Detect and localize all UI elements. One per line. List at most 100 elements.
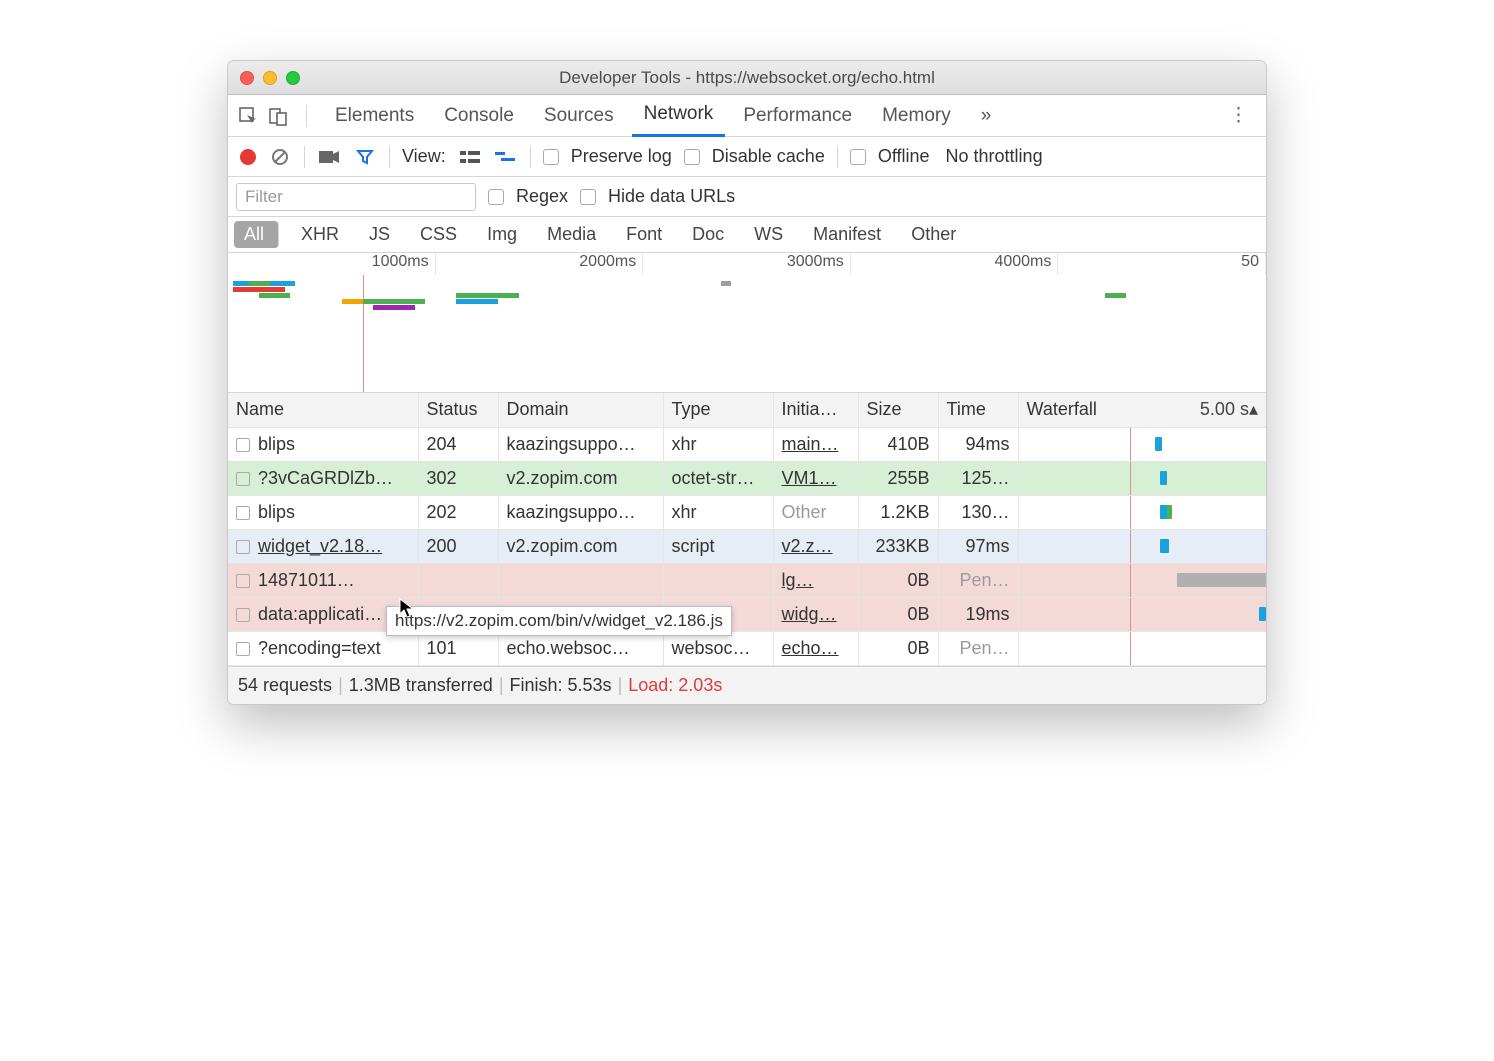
tab-sources[interactable]: Sources: [532, 95, 626, 137]
filter-font[interactable]: Font: [616, 221, 672, 248]
filter-all[interactable]: All: [234, 221, 279, 248]
request-row[interactable]: blips204kaazingsuppo…xhrmain…410B94ms: [228, 427, 1266, 461]
filter-js[interactable]: JS: [359, 221, 400, 248]
request-row[interactable]: 14871011…lg…0BPen…: [228, 563, 1266, 597]
col-name[interactable]: Name: [228, 393, 418, 427]
cell-domain: kaazingsuppo…: [498, 427, 663, 461]
col-waterfall[interactable]: Waterfall5.00 s▴: [1018, 393, 1266, 427]
cell-type: script: [663, 529, 773, 563]
cell-type: websoc…: [663, 631, 773, 665]
cell-name[interactable]: blips: [228, 427, 418, 461]
minimize-window-button[interactable]: [263, 71, 277, 85]
view-label: View:: [402, 146, 446, 167]
filter-icon[interactable]: [353, 145, 377, 169]
cell-status: 204: [418, 427, 498, 461]
cell-time: 97ms: [938, 529, 1018, 563]
filter-doc[interactable]: Doc: [682, 221, 734, 248]
overview-icon[interactable]: [494, 145, 518, 169]
cell-initiator[interactable]: v2.z…: [773, 529, 858, 563]
filter-placeholder: Filter: [245, 187, 283, 207]
cell-domain: kaazingsuppo…: [498, 495, 663, 529]
timeline-tick: 50: [1058, 253, 1266, 275]
request-row[interactable]: ?encoding=text101echo.websoc…websoc…echo…: [228, 631, 1266, 665]
throttling-select[interactable]: No throttling: [946, 146, 1043, 167]
cell-initiator[interactable]: VM1…: [773, 461, 858, 495]
request-row[interactable]: blips202kaazingsuppo…xhrOther1.2KB130…: [228, 495, 1266, 529]
filter-ws[interactable]: WS: [744, 221, 793, 248]
col-type[interactable]: Type: [663, 393, 773, 427]
cell-domain: echo.websoc…: [498, 631, 663, 665]
camera-icon[interactable]: [317, 145, 341, 169]
cell-initiator[interactable]: echo…: [773, 631, 858, 665]
cell-name[interactable]: ?encoding=text: [228, 631, 418, 665]
tooltip: https://v2.zopim.com/bin/v/widget_v2.186…: [386, 606, 732, 636]
col-status[interactable]: Status: [418, 393, 498, 427]
offline-checkbox[interactable]: [850, 149, 866, 165]
cell-domain: v2.zopim.com: [498, 461, 663, 495]
cell-name[interactable]: blips: [228, 495, 418, 529]
timeline-tick: 1000ms: [228, 253, 436, 275]
kebab-menu-button[interactable]: ⋮: [1219, 104, 1258, 127]
filter-manifest[interactable]: Manifest: [803, 221, 891, 248]
panel-tabs: ElementsConsoleSourcesNetworkPerformance…: [228, 95, 1266, 137]
cell-time: 125…: [938, 461, 1018, 495]
tab-network[interactable]: Network: [632, 95, 726, 137]
cell-time: 19ms: [938, 597, 1018, 631]
close-window-button[interactable]: [240, 71, 254, 85]
large-rows-icon[interactable]: [458, 145, 482, 169]
cell-time: Pen…: [938, 631, 1018, 665]
type-filters: All XHR JS CSS Img Media Font Doc WS Manifest Othe…: [228, 217, 1266, 253]
cell-status: 202: [418, 495, 498, 529]
filter-img[interactable]: Img: [477, 221, 527, 248]
cell-initiator[interactable]: lg…: [773, 563, 858, 597]
window-title: Developer Tools - https://websocket.org/…: [228, 68, 1266, 88]
offline-label: Offline: [878, 146, 930, 167]
cell-name[interactable]: widget_v2.18…: [228, 529, 418, 563]
cell-domain: [498, 563, 663, 597]
cell-waterfall: [1018, 461, 1266, 495]
cell-size: 233KB: [858, 529, 938, 563]
filter-xhr[interactable]: XHR: [291, 221, 349, 248]
device-toolbar-icon[interactable]: [266, 104, 290, 128]
cell-name[interactable]: 14871011…: [228, 563, 418, 597]
tab-memory[interactable]: Memory: [870, 95, 963, 137]
clear-icon[interactable]: [268, 145, 292, 169]
cell-initiator[interactable]: widg…: [773, 597, 858, 631]
disable-cache-checkbox[interactable]: [684, 149, 700, 165]
cell-type: octet-str…: [663, 461, 773, 495]
request-row[interactable]: ?3vCaGRDlZb…302v2.zopim.comoctet-str…VM1…: [228, 461, 1266, 495]
inspect-element-icon[interactable]: [236, 104, 260, 128]
timeline-tick: 4000ms: [851, 253, 1059, 275]
cell-status: [418, 563, 498, 597]
filter-input[interactable]: Filter: [236, 183, 476, 211]
cell-waterfall: [1018, 563, 1266, 597]
tab-performance[interactable]: Performance: [731, 95, 864, 137]
transferred-size: 1.3MB transferred: [349, 675, 493, 696]
record-button[interactable]: [240, 149, 256, 165]
filter-css[interactable]: CSS: [410, 221, 467, 248]
request-row[interactable]: widget_v2.18…200v2.zopim.comscriptv2.z…2…: [228, 529, 1266, 563]
hide-data-urls-checkbox[interactable]: [580, 189, 596, 205]
preserve-log-checkbox[interactable]: [543, 149, 559, 165]
filter-media[interactable]: Media: [537, 221, 606, 248]
requests-count: 54 requests: [238, 675, 332, 696]
cell-waterfall: [1018, 495, 1266, 529]
cell-size: 410B: [858, 427, 938, 461]
more-tabs-button[interactable]: »: [969, 95, 1004, 137]
filter-other[interactable]: Other: [901, 221, 966, 248]
cell-waterfall: [1018, 631, 1266, 665]
tab-elements[interactable]: Elements: [323, 95, 426, 137]
col-initia[interactable]: Initia…: [773, 393, 858, 427]
cell-status: 200: [418, 529, 498, 563]
regex-checkbox[interactable]: [488, 189, 504, 205]
timeline-overview[interactable]: 1000ms2000ms3000ms4000ms50: [228, 253, 1266, 393]
col-size[interactable]: Size: [858, 393, 938, 427]
col-domain[interactable]: Domain: [498, 393, 663, 427]
maximize-window-button[interactable]: [286, 71, 300, 85]
cell-name[interactable]: ?3vCaGRDlZb…: [228, 461, 418, 495]
tab-console[interactable]: Console: [432, 95, 526, 137]
request-row[interactable]: data:applicati…200fontwidg…0B19ms: [228, 597, 1266, 631]
cell-waterfall: [1018, 427, 1266, 461]
col-time[interactable]: Time: [938, 393, 1018, 427]
cell-initiator[interactable]: main…: [773, 427, 858, 461]
